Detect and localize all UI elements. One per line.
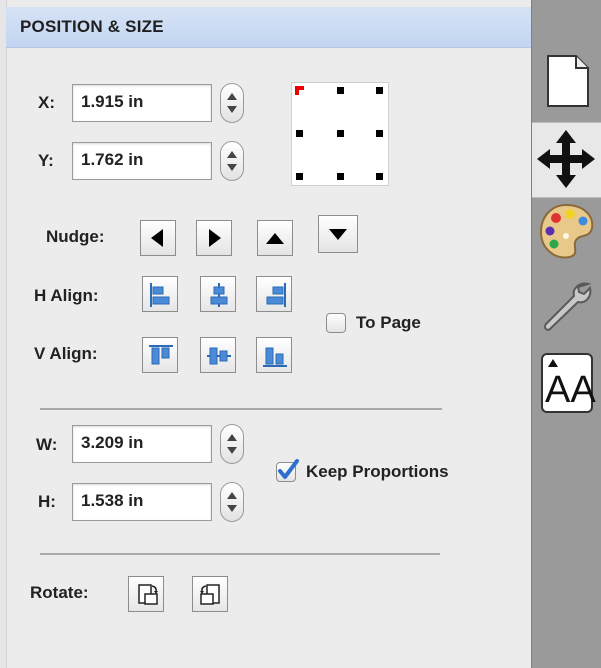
wrench-icon bbox=[543, 282, 592, 331]
color-tab[interactable] bbox=[536, 200, 598, 262]
document-tab[interactable] bbox=[536, 50, 598, 112]
section-title: POSITION & SIZE bbox=[20, 17, 164, 36]
anchor-bottom-left[interactable] bbox=[296, 173, 303, 180]
separator-2 bbox=[40, 553, 440, 555]
y-stepper-down[interactable] bbox=[227, 164, 237, 171]
width-field[interactable]: 3.209 in bbox=[72, 425, 212, 463]
height-stepper-up[interactable] bbox=[227, 492, 237, 499]
keep-proportions-label: Keep Proportions bbox=[306, 462, 449, 481]
panel-edge bbox=[0, 0, 7, 668]
arrow-left-icon bbox=[151, 229, 163, 247]
v-align-label: V Align: bbox=[34, 344, 98, 363]
anchor-bottom-right[interactable] bbox=[376, 173, 383, 180]
nudge-down-button[interactable] bbox=[318, 215, 358, 253]
x-stepper-down[interactable] bbox=[227, 106, 237, 113]
text-size-glyph: AA bbox=[545, 369, 596, 411]
palette-icon bbox=[539, 203, 594, 259]
document-icon bbox=[547, 55, 589, 107]
nudge-left-button[interactable] bbox=[140, 220, 176, 256]
rotate-counterclockwise-button[interactable] bbox=[192, 576, 228, 612]
rotate-label: Rotate: bbox=[30, 583, 89, 602]
move-arrows-icon bbox=[537, 130, 595, 188]
inspector-sidebar: AA bbox=[531, 0, 601, 668]
width-stepper-up[interactable] bbox=[227, 434, 237, 441]
align-left-icon bbox=[150, 283, 170, 307]
x-stepper-up[interactable] bbox=[227, 93, 237, 100]
align-bottom-button[interactable] bbox=[256, 337, 292, 373]
arrow-right-icon bbox=[209, 229, 221, 247]
width-stepper-down[interactable] bbox=[227, 447, 237, 454]
anchor-top-center[interactable] bbox=[337, 87, 344, 94]
anchor-top-right[interactable] bbox=[376, 87, 383, 94]
align-top-button[interactable] bbox=[142, 337, 178, 373]
text-size-icon: AA bbox=[541, 353, 596, 413]
position-size-panel: POSITION & SIZE X: 1.915 in Y: 1.762 in … bbox=[0, 0, 531, 668]
anchor-middle-right[interactable] bbox=[376, 130, 383, 137]
position-tab[interactable] bbox=[536, 128, 598, 190]
h-align-label: H Align: bbox=[34, 286, 99, 305]
tools-tab[interactable] bbox=[536, 276, 598, 338]
anchor-bottom-center[interactable] bbox=[337, 173, 344, 180]
x-stepper[interactable] bbox=[220, 83, 244, 123]
checkmark-icon bbox=[278, 459, 299, 479]
arrow-down-icon bbox=[329, 229, 347, 240]
separator-1 bbox=[40, 408, 442, 410]
align-center-h-button[interactable] bbox=[200, 276, 236, 312]
anchor-point-grid[interactable] bbox=[291, 82, 389, 186]
y-field[interactable]: 1.762 in bbox=[72, 142, 212, 180]
anchor-center[interactable] bbox=[337, 130, 344, 137]
align-bottom-icon bbox=[263, 347, 287, 367]
keep-proportions-checkbox[interactable] bbox=[276, 459, 299, 482]
x-field[interactable]: 1.915 in bbox=[72, 84, 212, 122]
rotate-clockwise-icon bbox=[138, 584, 158, 605]
section-header[interactable]: POSITION & SIZE bbox=[6, 7, 531, 48]
align-top-icon bbox=[149, 345, 173, 365]
arrow-up-icon bbox=[266, 233, 284, 244]
anchor-middle-left[interactable] bbox=[296, 130, 303, 137]
x-label: X: bbox=[38, 93, 55, 112]
nudge-right-button[interactable] bbox=[196, 220, 232, 256]
height-stepper-down[interactable] bbox=[227, 505, 237, 512]
align-center-vertical-icon bbox=[207, 347, 231, 365]
rotate-counterclockwise-icon bbox=[200, 584, 220, 605]
align-middle-v-button[interactable] bbox=[200, 337, 236, 373]
align-right-icon bbox=[266, 283, 286, 307]
align-left-button[interactable] bbox=[142, 276, 178, 312]
h-label: H: bbox=[38, 492, 56, 511]
to-page-checkbox[interactable] bbox=[326, 313, 346, 333]
y-stepper[interactable] bbox=[220, 141, 244, 181]
rotate-clockwise-button[interactable] bbox=[128, 576, 164, 612]
y-stepper-up[interactable] bbox=[227, 151, 237, 158]
align-center-horizontal-icon bbox=[210, 283, 228, 307]
width-stepper[interactable] bbox=[220, 424, 244, 464]
height-stepper[interactable] bbox=[220, 482, 244, 522]
y-label: Y: bbox=[38, 151, 54, 170]
align-right-button[interactable] bbox=[256, 276, 292, 312]
anchor-top-left-marker bbox=[295, 86, 299, 95]
height-field[interactable]: 1.538 in bbox=[72, 483, 212, 521]
nudge-up-button[interactable] bbox=[257, 220, 293, 256]
to-page-label: To Page bbox=[356, 313, 421, 332]
w-label: W: bbox=[36, 435, 58, 454]
nudge-label: Nudge: bbox=[46, 227, 105, 246]
text-tab[interactable]: AA bbox=[536, 350, 598, 416]
